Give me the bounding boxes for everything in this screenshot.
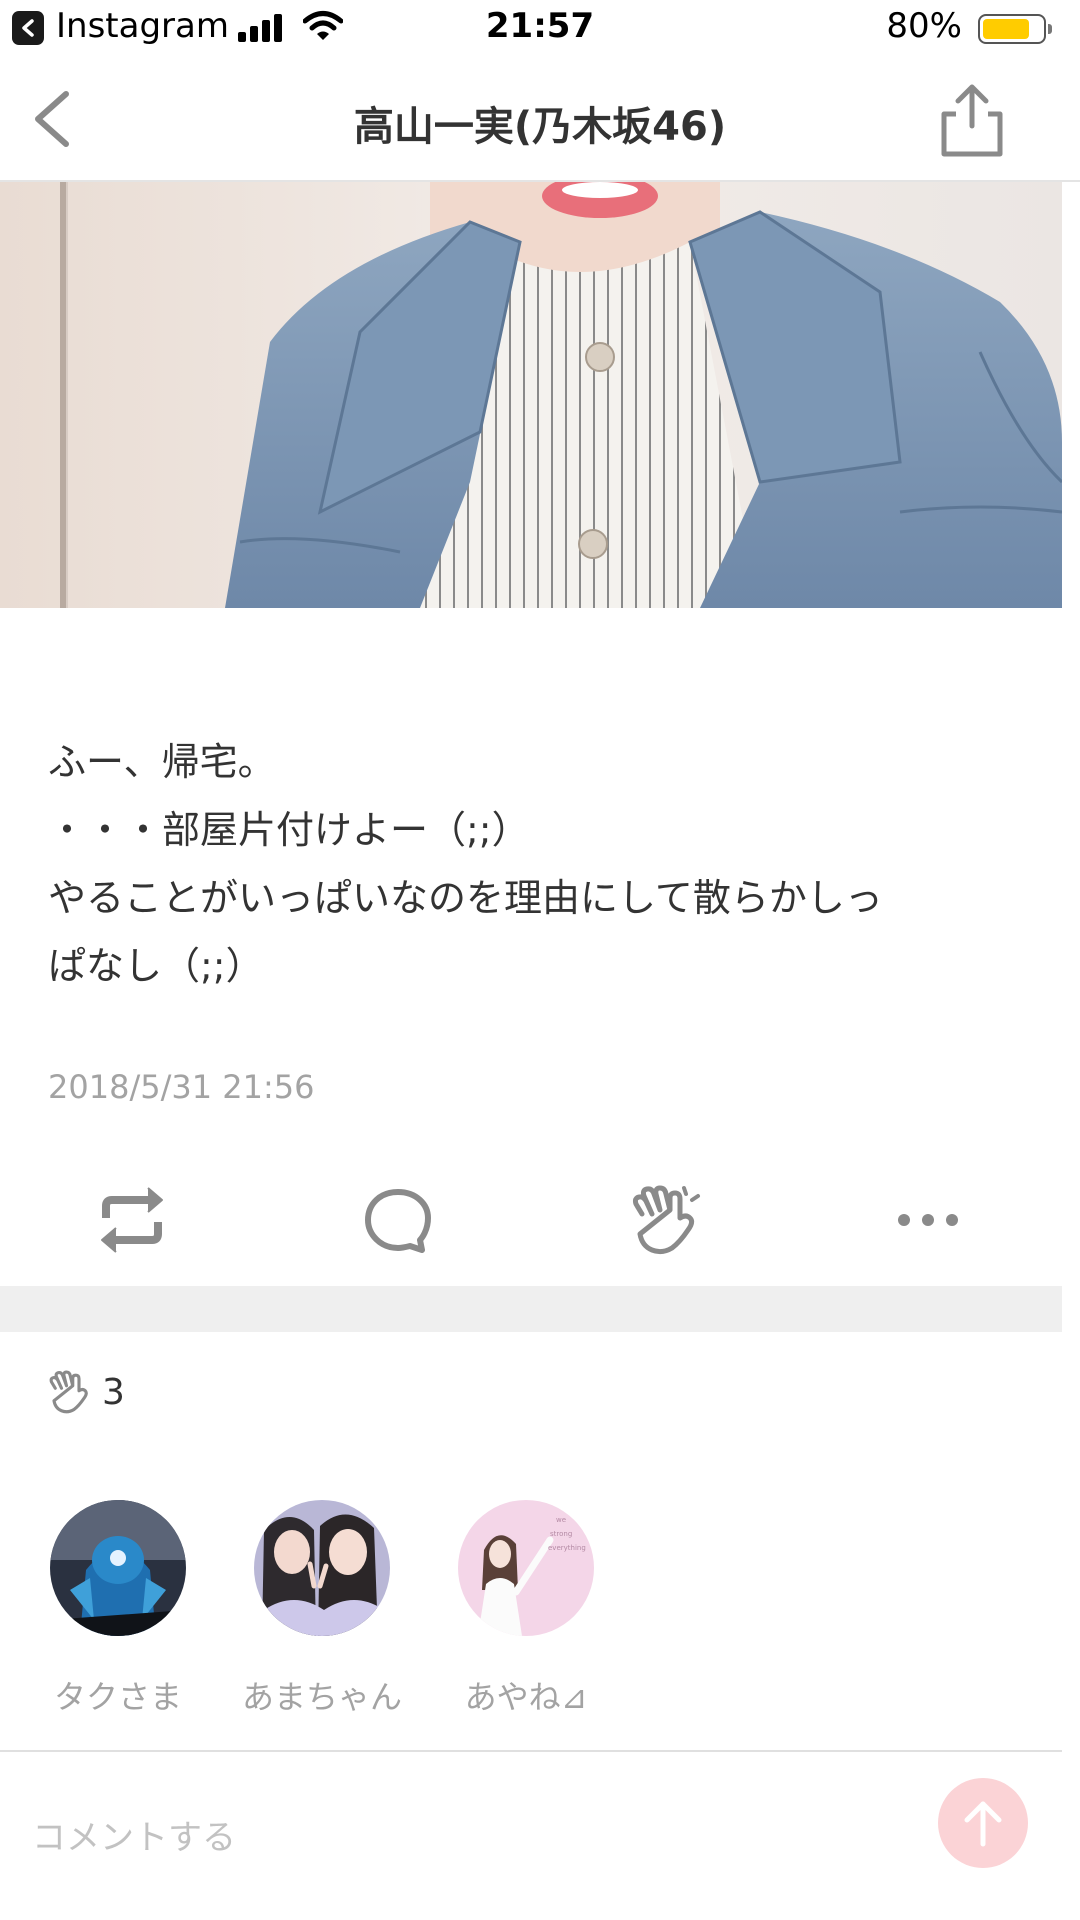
comment-input[interactable] xyxy=(32,1808,912,1868)
arrow-up-icon xyxy=(964,1801,1002,1847)
action-bar xyxy=(0,1170,1062,1270)
avatar xyxy=(254,1500,390,1636)
clap-count: 3 xyxy=(44,1368,125,1424)
share-icon[interactable] xyxy=(934,82,1010,158)
post-text: ふー、帰宅。 ・・・部屋片付けよー（;;） やることがいっぱいなのを理由にして散… xyxy=(48,728,1048,1000)
comment-bar xyxy=(0,1750,1062,1920)
clapper-name: あまちゃん xyxy=(241,1678,402,1716)
avatar-text: strong xyxy=(550,1530,572,1538)
post-text-line: やることがいっぱいなのを理由にして散らかしっ xyxy=(48,876,883,920)
post-photo[interactable] xyxy=(0,182,1062,608)
section-divider xyxy=(0,1286,1062,1332)
post-timestamp: 2018/5/31 21:56 xyxy=(48,1068,315,1106)
clap-count-value: 3 xyxy=(102,1372,125,1413)
more-icon[interactable] xyxy=(888,1184,968,1256)
battery-nub xyxy=(1048,24,1052,34)
clap-icon[interactable] xyxy=(624,1184,704,1256)
battery-fill xyxy=(983,19,1029,39)
post-detail-screen: Instagram 21:57 80% 高山一実(乃木坂46) ふー、帰宅。 ・… xyxy=(0,0,1080,1920)
send-button[interactable] xyxy=(938,1778,1028,1868)
post-text-line: ふー、帰宅。 xyxy=(48,740,276,784)
avatar-text: everything xyxy=(548,1544,586,1552)
clapper-name: タクさま xyxy=(53,1678,182,1716)
avatar xyxy=(50,1500,186,1636)
page-title: 高山一実(乃木坂46) xyxy=(353,104,727,150)
clapper-name: あやね⊿ xyxy=(464,1678,588,1716)
repost-icon[interactable] xyxy=(92,1184,172,1256)
chevron-left-icon[interactable] xyxy=(26,86,86,152)
battery-icon xyxy=(978,14,1052,44)
clap-icon xyxy=(49,1370,88,1414)
post-text-line: ぱなし（;;） xyxy=(48,944,264,988)
status-bar: Instagram 21:57 80% xyxy=(0,0,1080,56)
nav-bar: 高山一実(乃木坂46) xyxy=(0,56,1080,182)
speech-bubble-icon[interactable] xyxy=(358,1184,438,1256)
post-text-line: ・・・部屋片付けよー（;;） xyxy=(48,808,530,852)
avatar-text: we xyxy=(556,1516,566,1524)
avatar: we strong everything xyxy=(458,1500,594,1636)
battery-percentage: 80% xyxy=(886,6,962,46)
